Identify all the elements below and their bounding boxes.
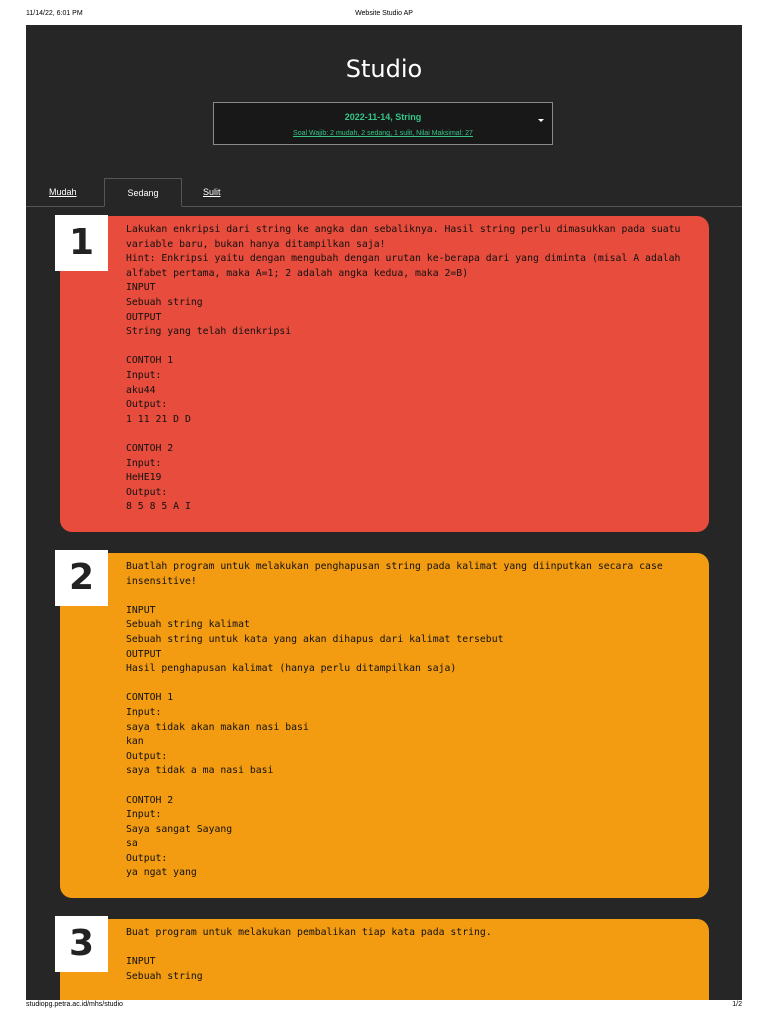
session-select-requirements: Soal Wajib: 2 mudah, 2 sedang, 1 sulit, … xyxy=(293,130,473,137)
print-footer: studiopg.petra.ac.id/mhs/studio 1/2 xyxy=(26,1001,742,1013)
studio-app: Studio 2022-11-14, String Soal Wajib: 2 … xyxy=(26,25,742,1000)
tab-sedang[interactable]: Sedang xyxy=(104,178,182,207)
question-text: Buat program untuk melakukan pembalikan … xyxy=(126,927,492,982)
tab-sulit[interactable]: Sulit xyxy=(203,178,221,206)
question-number: 3 xyxy=(55,916,108,972)
question-card-1: Lakukan enkripsi dari string ke angka da… xyxy=(60,216,709,532)
difficulty-tabs: Mudah Sedang Sulit xyxy=(26,178,742,207)
question-card-2: Buatlah program untuk melakukan penghapu… xyxy=(60,553,709,898)
question-number: 1 xyxy=(55,215,108,271)
print-page-title: Website Studio AP xyxy=(355,10,413,17)
print-header: 11/14/22, 6:01 PM Website Studio AP xyxy=(26,10,742,22)
print-url: studiopg.petra.ac.id/mhs/studio xyxy=(26,1001,123,1008)
print-page-number: 1/2 xyxy=(732,1001,742,1008)
question-text: Buatlah program untuk melakukan penghapu… xyxy=(126,561,663,879)
chevron-down-icon xyxy=(538,119,544,122)
question-text: Lakukan enkripsi dari string ke angka da… xyxy=(126,224,681,513)
tab-mudah[interactable]: Mudah xyxy=(49,178,77,206)
session-select[interactable]: 2022-11-14, String Soal Wajib: 2 mudah, … xyxy=(213,102,553,145)
question-number: 2 xyxy=(55,550,108,606)
page-title: Studio xyxy=(345,55,423,83)
session-select-value: 2022-11-14, String xyxy=(344,112,422,122)
question-card-3: Buat program untuk melakukan pembalikan … xyxy=(60,919,709,1000)
